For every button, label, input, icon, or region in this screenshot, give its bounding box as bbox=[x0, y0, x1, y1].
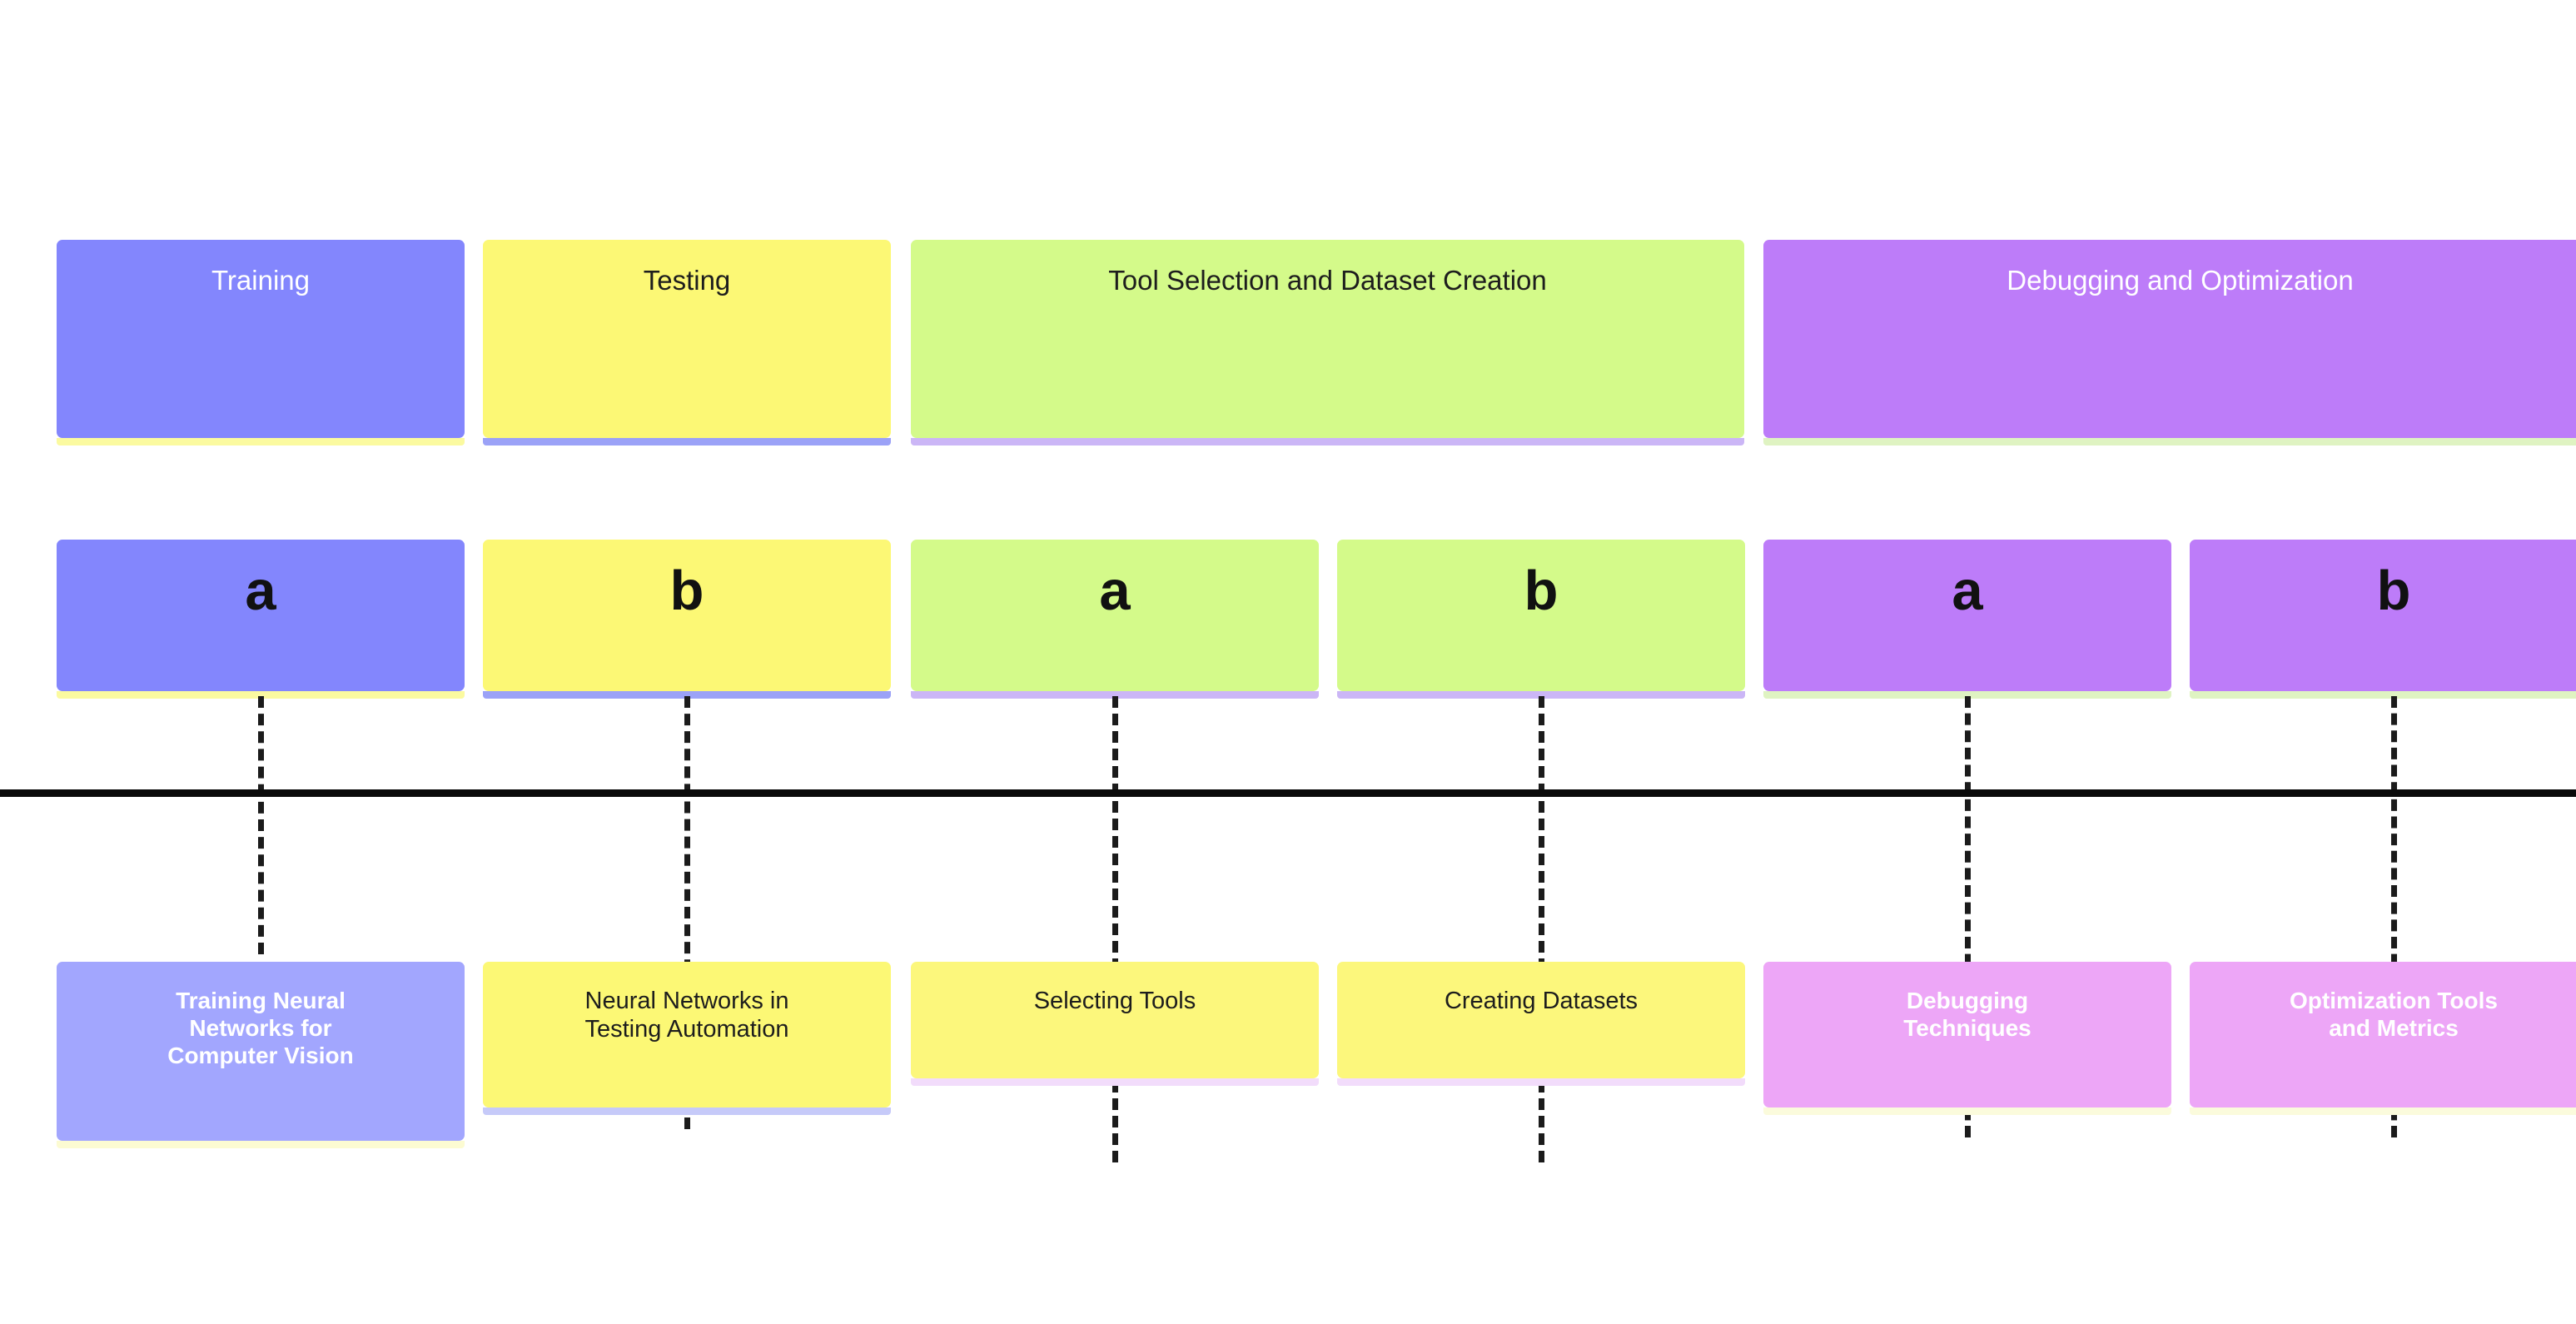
diagram-canvas: Training Testing Tool Selection and Data… bbox=[0, 0, 2576, 1324]
phase-box-testing[interactable]: Testing bbox=[483, 240, 891, 445]
subphase-label: b bbox=[2376, 560, 2411, 622]
phase-box-shadow-strip bbox=[911, 438, 1744, 445]
subphase-box-dataset-creation-b[interactable]: b bbox=[1337, 540, 1745, 699]
phase-box-shadow-strip bbox=[483, 438, 891, 445]
phase-box-training[interactable]: Training bbox=[57, 240, 465, 445]
phase-label: Debugging and Optimization bbox=[2007, 265, 2354, 296]
topic-box-shadow-strip bbox=[1763, 1107, 2171, 1115]
subphase-box-shadow-strip bbox=[2190, 691, 2576, 699]
phase-label: Tool Selection and Dataset Creation bbox=[1108, 265, 1547, 296]
connector-tools bbox=[1112, 696, 1118, 1162]
phase-box-shadow-strip bbox=[57, 438, 465, 445]
topic-box-creating-datasets[interactable]: Creating Datasets bbox=[1337, 962, 1745, 1086]
topic-label: Creating Datasets bbox=[1444, 988, 1639, 1014]
phase-label: Training bbox=[211, 265, 310, 296]
topic-label: Neural Networks in Testing Automation bbox=[584, 988, 789, 1043]
topic-box-shadow-strip bbox=[1337, 1078, 1745, 1086]
connector-training bbox=[258, 696, 264, 954]
subphase-label: a bbox=[1099, 560, 1131, 622]
connector-datasets bbox=[1539, 696, 1544, 1162]
topic-label: Training Neural Networks for Computer Vi… bbox=[167, 988, 354, 1069]
phase-label: Testing bbox=[643, 265, 731, 296]
topic-label: Optimization Tools and Metrics bbox=[2290, 988, 2498, 1042]
phase-box-tool-selection-and-dataset-creation[interactable]: Tool Selection and Dataset Creation bbox=[911, 240, 1744, 445]
topic-label: Debugging Techniques bbox=[1903, 988, 2031, 1042]
topic-box-shadow-strip bbox=[483, 1107, 891, 1115]
phase-box-shadow-strip bbox=[1763, 438, 2576, 445]
phase-box-debugging-and-optimization[interactable]: Debugging and Optimization bbox=[1763, 240, 2576, 445]
subphase-box-optimization-b[interactable]: b bbox=[2190, 540, 2576, 699]
topic-box-selecting-tools[interactable]: Selecting Tools bbox=[911, 962, 1319, 1086]
subphase-label: b bbox=[669, 560, 704, 622]
topic-label: Selecting Tools bbox=[1033, 988, 1196, 1014]
subphase-box-tool-selection-a[interactable]: a bbox=[911, 540, 1319, 699]
topic-box-training-neural-networks-for-computer-vision[interactable]: Training Neural Networks for Computer Vi… bbox=[57, 962, 465, 1148]
subphase-box-training-a[interactable]: a bbox=[57, 540, 465, 699]
subphase-box-debugging-a[interactable]: a bbox=[1763, 540, 2171, 699]
subphase-box-testing-b[interactable]: b bbox=[483, 540, 891, 699]
topic-box-shadow-strip bbox=[2190, 1107, 2576, 1115]
subphase-label: a bbox=[245, 560, 276, 622]
topic-box-shadow-strip bbox=[911, 1078, 1319, 1086]
subphase-label: a bbox=[1952, 560, 1983, 622]
main-timeline-axis bbox=[0, 789, 2576, 797]
topic-box-optimization-tools-and-metrics[interactable]: Optimization Tools and Metrics bbox=[2190, 962, 2576, 1115]
topic-box-neural-networks-in-testing-automation[interactable]: Neural Networks in Testing Automation bbox=[483, 962, 891, 1115]
subphase-label: b bbox=[1524, 560, 1559, 622]
topic-box-shadow-strip bbox=[57, 1141, 465, 1148]
topic-box-debugging-techniques[interactable]: Debugging Techniques bbox=[1763, 962, 2171, 1115]
